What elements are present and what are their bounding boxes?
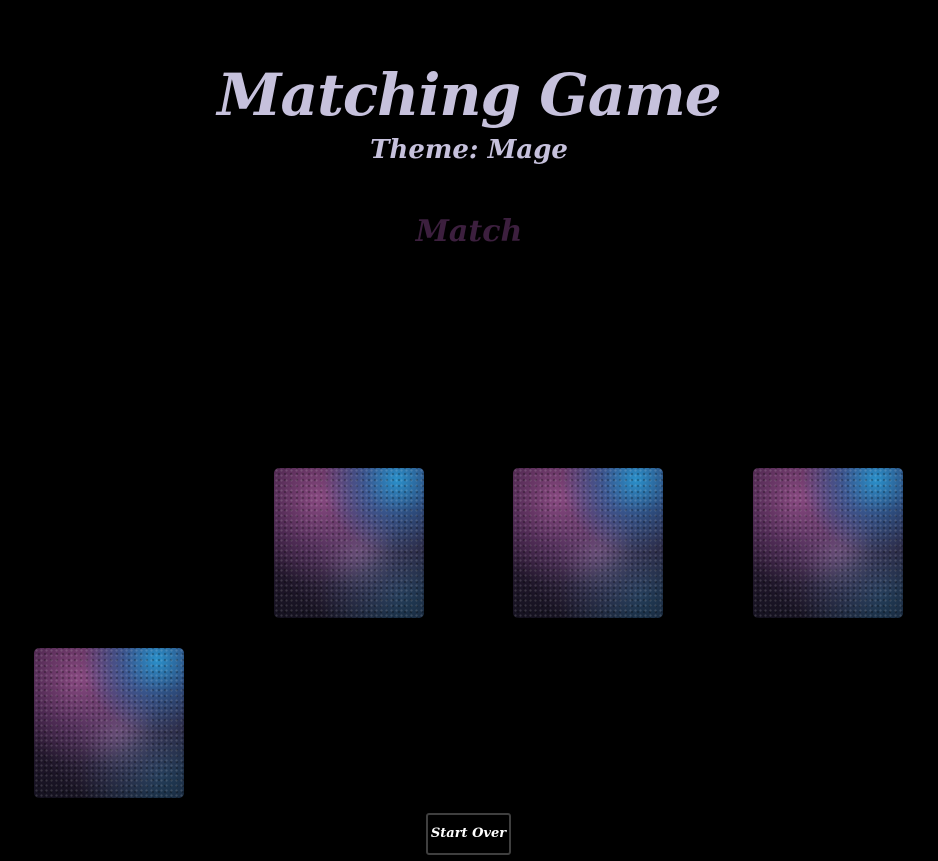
face-down-card[interactable] <box>34 648 184 798</box>
face-down-card[interactable] <box>274 468 424 618</box>
theme-label: Theme: Mage <box>370 135 568 165</box>
start-over-button[interactable]: Start Over <box>426 813 511 855</box>
face-down-card[interactable] <box>513 468 663 618</box>
face-down-card[interactable] <box>753 468 903 618</box>
match-status-text: Match <box>415 214 523 249</box>
game-title: Matching Game <box>217 60 721 129</box>
